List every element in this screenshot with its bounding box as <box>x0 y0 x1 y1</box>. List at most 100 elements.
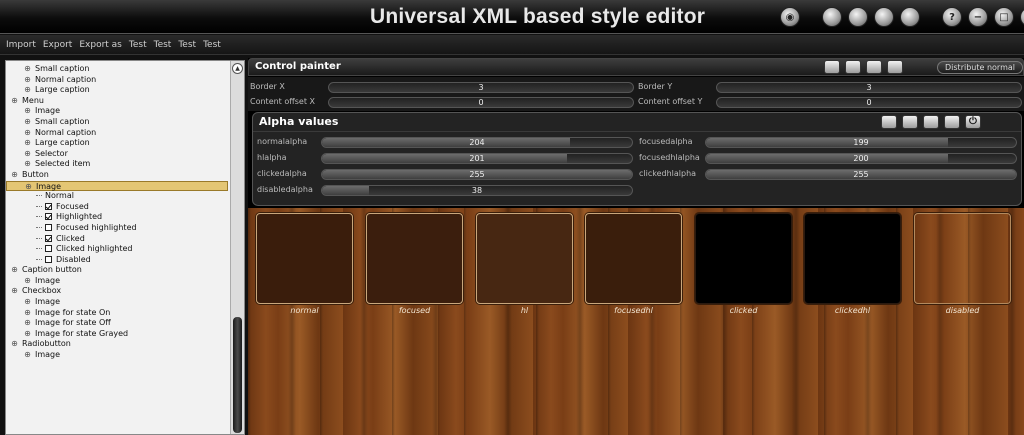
menu-export-as[interactable]: Export as <box>79 40 122 50</box>
tree-item[interactable]: ⊕ Large caption <box>6 85 228 96</box>
menu-test-4[interactable]: Test <box>203 40 221 50</box>
state-preview-tile[interactable] <box>256 213 353 304</box>
copy-icon[interactable] <box>824 60 840 74</box>
state-preview-tile[interactable] <box>695 213 792 304</box>
state-checkbox[interactable] <box>45 245 52 253</box>
content-offset-x-slider[interactable]: 0 <box>328 97 634 108</box>
save-icon[interactable] <box>944 115 960 129</box>
border-y-slider[interactable]: 3 <box>716 82 1022 93</box>
save-icon[interactable] <box>900 7 920 27</box>
tree-item[interactable]: Disabled <box>6 255 228 266</box>
clickedhlalpha-slider[interactable]: 255 <box>705 169 1017 180</box>
expand-icon[interactable]: ⊕ <box>23 64 32 75</box>
expand-icon[interactable]: ⊕ <box>23 318 32 329</box>
tree-item[interactable]: ⊕ Selector <box>6 149 228 160</box>
tree-item[interactable]: Normal <box>6 191 228 202</box>
eye-icon[interactable]: ◉ <box>780 7 800 27</box>
expand-icon[interactable]: ⊕ <box>23 350 32 361</box>
tree-item[interactable]: ⊕ Image for state On <box>6 308 228 319</box>
expand-icon[interactable]: ⊕ <box>23 138 32 149</box>
save-icon[interactable] <box>887 60 903 74</box>
normalalpha-slider[interactable]: 204 <box>321 137 633 148</box>
expand-icon[interactable]: ⊕ <box>10 265 19 276</box>
menu-test-1[interactable]: Test <box>129 40 147 50</box>
border-x-slider[interactable]: 3 <box>328 82 634 93</box>
tree-item[interactable]: Clicked <box>6 234 228 245</box>
expand-icon[interactable]: ⊕ <box>23 276 32 287</box>
copy-icon[interactable] <box>881 115 897 129</box>
state-checkbox[interactable] <box>45 202 52 210</box>
open-folder-icon[interactable] <box>923 115 939 129</box>
power-icon[interactable]: ⏻ <box>965 115 981 129</box>
minimize-icon[interactable]: − <box>968 7 988 27</box>
disabledalpha-slider[interactable]: 38 <box>321 185 633 196</box>
tree-item[interactable]: ⊕ Menu <box>6 96 228 107</box>
hlalpha-slider[interactable]: 201 <box>321 153 633 164</box>
expand-icon[interactable]: ⊕ <box>10 170 19 181</box>
scroll-thumb[interactable] <box>233 317 242 433</box>
tree-item[interactable]: ⊕ Image <box>6 297 228 308</box>
tree-item[interactable]: ⊕ Normal caption <box>6 75 228 86</box>
content-offset-y-slider[interactable]: 0 <box>716 97 1022 108</box>
expand-icon[interactable]: ⊕ <box>10 96 19 107</box>
tree-item[interactable]: ⊕ Image <box>6 106 228 117</box>
tree-item[interactable]: Highlighted <box>6 212 228 223</box>
tree-item[interactable]: Focused <box>6 202 228 213</box>
tree-item[interactable]: ⊕ Small caption <box>6 117 228 128</box>
close-icon[interactable]: ✕ <box>1020 7 1024 27</box>
tree-item[interactable]: ⊕ Checkbox <box>6 286 228 297</box>
menu-test-3[interactable]: Test <box>178 40 196 50</box>
tree-item[interactable]: ⊕ Image <box>6 276 228 287</box>
help-icon[interactable]: ? <box>942 7 962 27</box>
tree-item[interactable]: ⊕ Caption button <box>6 265 228 276</box>
focusedhlalpha-slider[interactable]: 200 <box>705 153 1017 164</box>
expand-icon[interactable]: ⊕ <box>23 159 32 170</box>
clickedalpha-slider[interactable]: 255 <box>321 169 633 180</box>
distribute-normal-button[interactable]: Distribute normal <box>937 61 1023 74</box>
tree-item[interactable]: ⊕ Small caption <box>6 64 228 75</box>
menu-import[interactable]: Import <box>6 40 36 50</box>
expand-icon[interactable]: ⊕ <box>10 339 19 350</box>
tree-scrollbar[interactable]: ▲ <box>230 61 244 434</box>
expand-icon[interactable]: ⊕ <box>23 297 32 308</box>
expand-icon[interactable]: ⊕ <box>23 308 32 319</box>
paste-icon[interactable] <box>848 7 868 27</box>
open-folder-icon[interactable] <box>874 7 894 27</box>
state-preview-tile[interactable] <box>914 213 1011 304</box>
tree-item[interactable]: Focused highlighted <box>6 223 228 234</box>
focusedalpha-slider[interactable]: 199 <box>705 137 1017 148</box>
tree-item[interactable]: ⊕ Image for state Grayed <box>6 329 228 340</box>
state-checkbox[interactable] <box>45 213 52 221</box>
tree-item[interactable]: Clicked highlighted <box>6 244 228 255</box>
expand-icon[interactable]: ⊕ <box>10 286 19 297</box>
tree-item[interactable]: ⊕ Normal caption <box>6 128 228 139</box>
expand-icon[interactable]: ⊕ <box>23 128 32 139</box>
paste-icon[interactable] <box>902 115 918 129</box>
menu-test-2[interactable]: Test <box>154 40 172 50</box>
expand-icon[interactable]: ⊕ <box>23 75 32 86</box>
tree-item[interactable]: ⊕ Image for state Off <box>6 318 228 329</box>
tree-item[interactable]: ⊕ Image <box>6 350 228 361</box>
expand-icon[interactable]: ⊕ <box>23 329 32 340</box>
menu-export[interactable]: Export <box>43 40 72 50</box>
open-folder-icon[interactable] <box>866 60 882 74</box>
state-preview-tile[interactable] <box>366 213 463 304</box>
expand-icon[interactable]: ⊕ <box>23 106 32 117</box>
expand-icon[interactable]: ⊕ <box>23 149 32 160</box>
maximize-icon[interactable]: □ <box>994 7 1014 27</box>
state-checkbox[interactable] <box>45 255 52 263</box>
expand-icon[interactable]: ⊕ <box>23 117 32 128</box>
tree-item[interactable]: ⊕ Selected item <box>6 159 228 170</box>
paste-icon[interactable] <box>845 60 861 74</box>
tree-item[interactable]: ⊕ Image <box>6 180 228 192</box>
expand-icon[interactable]: ⊕ <box>23 85 32 96</box>
scroll-up-icon[interactable]: ▲ <box>232 63 243 74</box>
state-checkbox[interactable] <box>45 234 52 242</box>
tree-item[interactable]: ⊕ Button <box>6 170 228 181</box>
tree-item[interactable]: ⊕ Radiobutton <box>6 339 228 350</box>
state-checkbox[interactable] <box>45 223 52 231</box>
state-preview-tile[interactable] <box>804 213 901 304</box>
copy-icon[interactable] <box>822 7 842 27</box>
state-preview-tile[interactable] <box>585 213 682 304</box>
state-preview-tile[interactable] <box>476 213 573 304</box>
